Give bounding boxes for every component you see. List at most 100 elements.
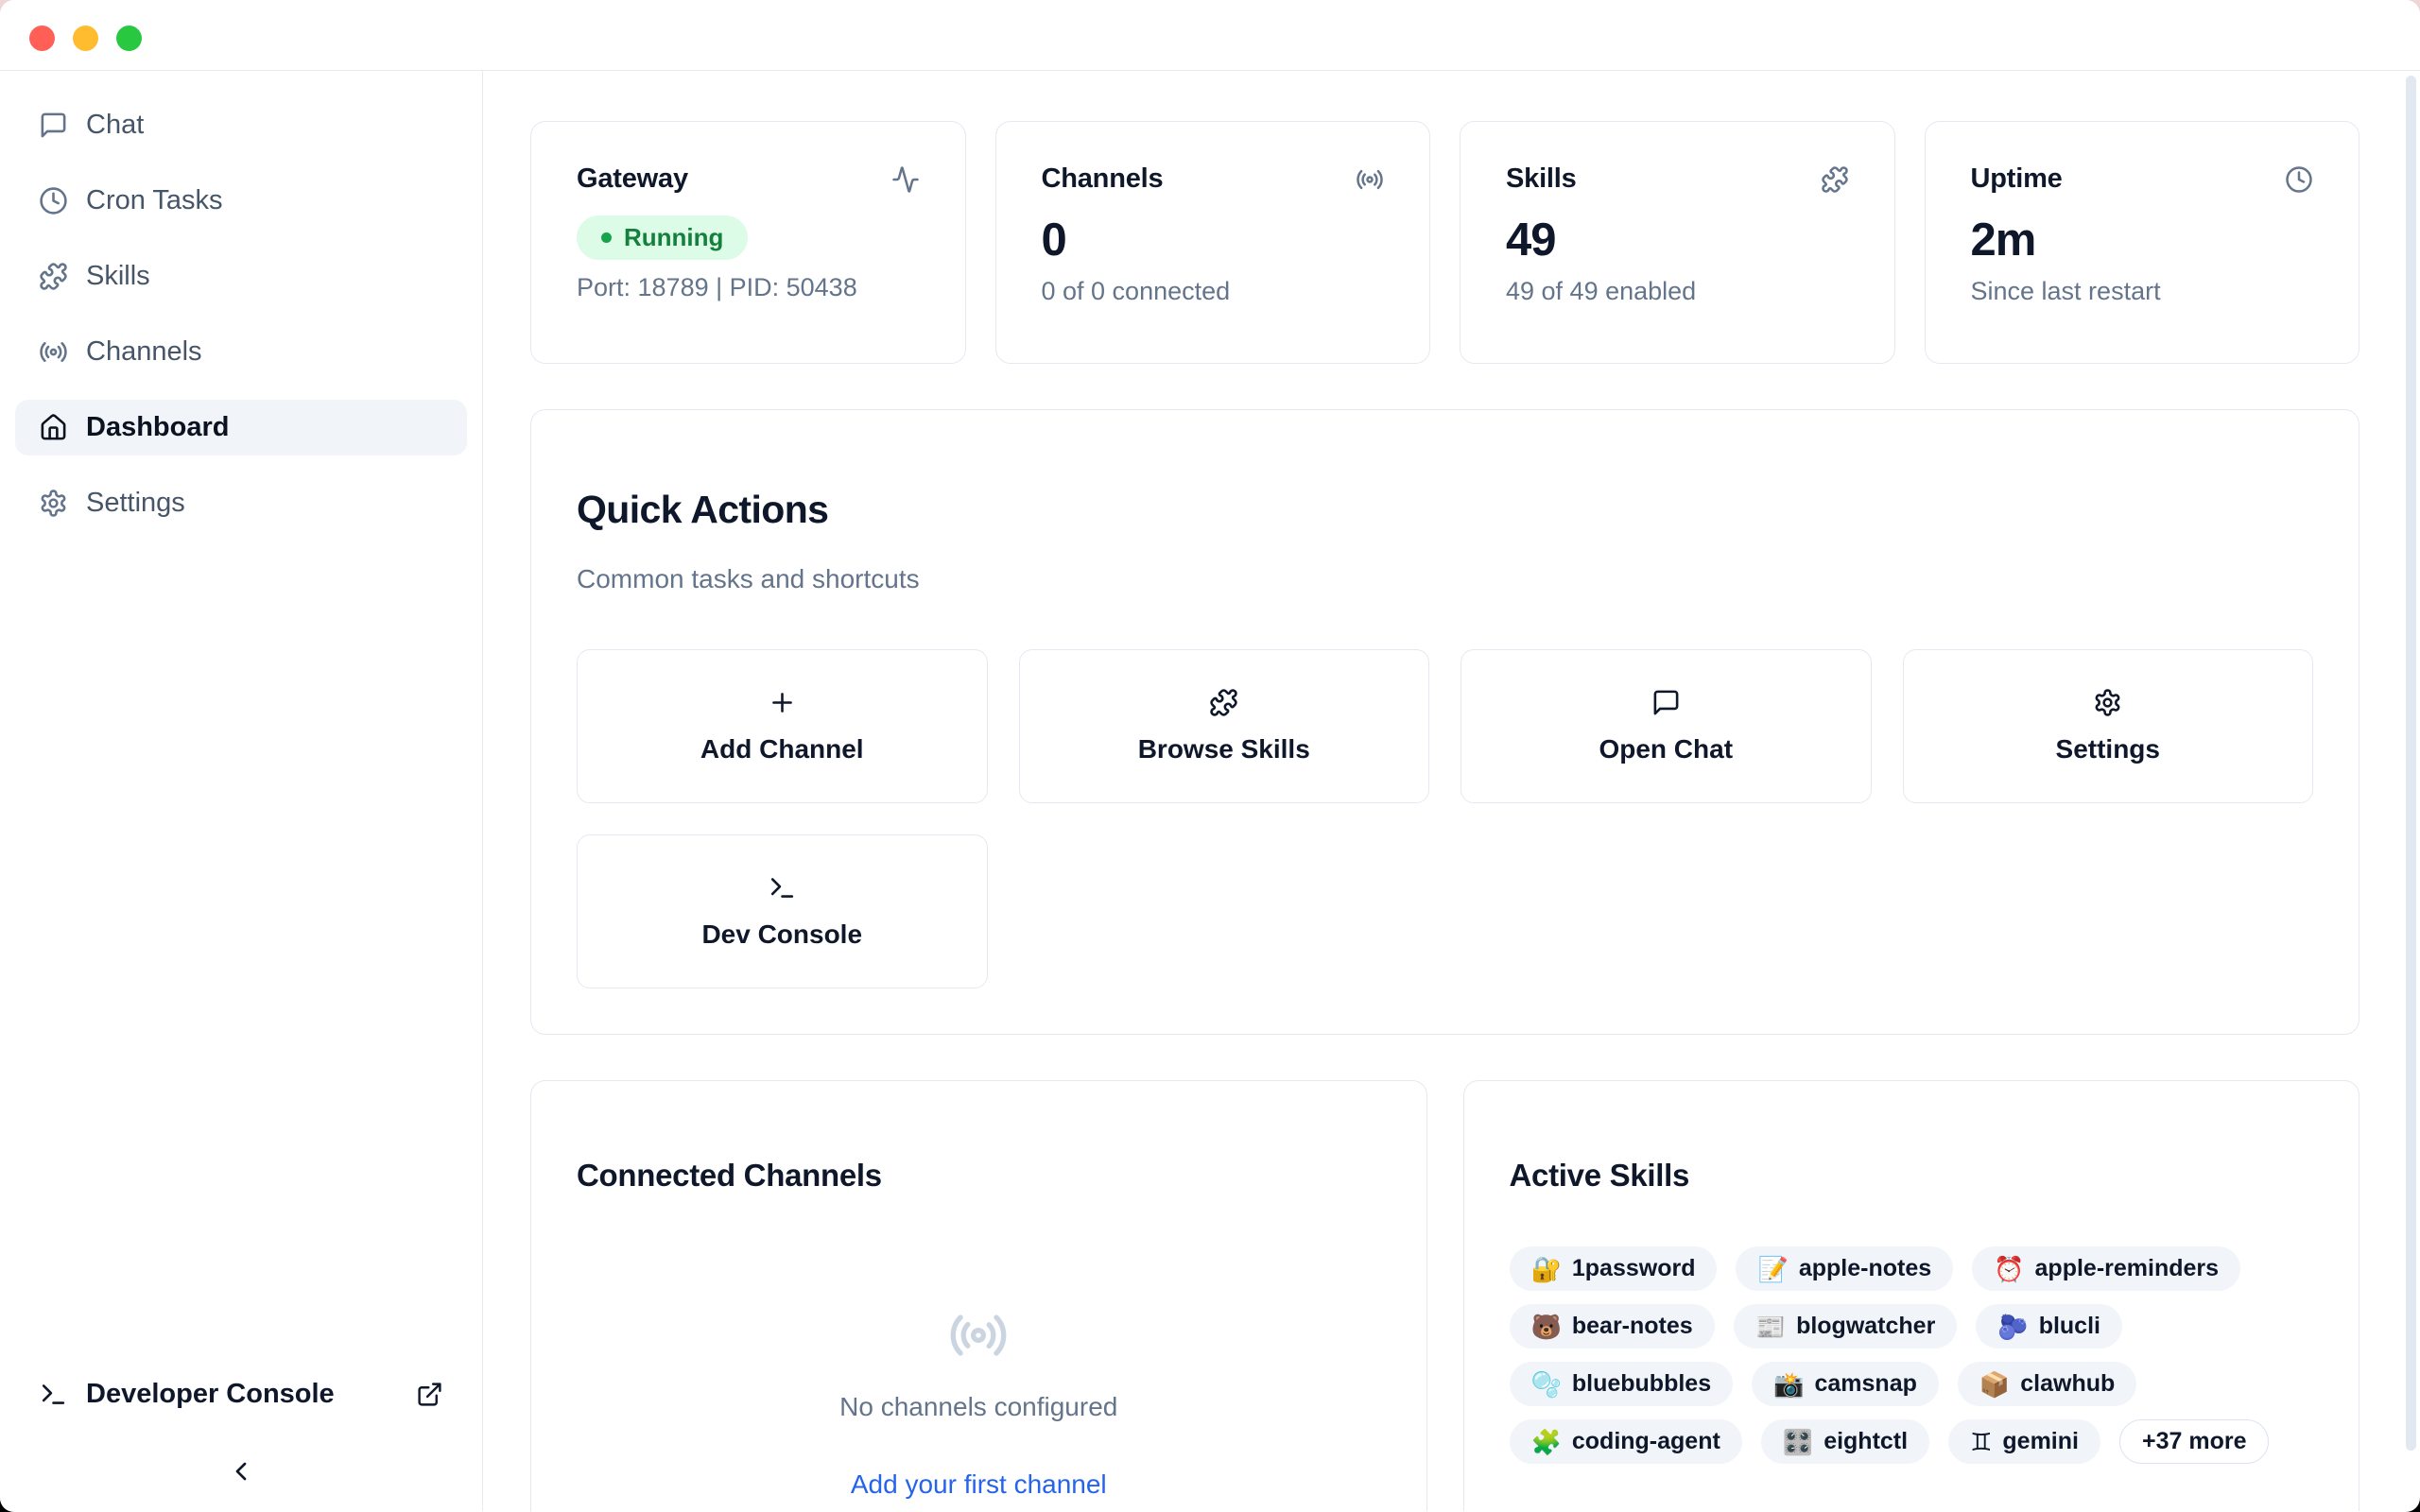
sidebar-collapse xyxy=(15,1456,467,1486)
radio-icon xyxy=(948,1305,1009,1366)
skill-badge-bluebubbles: 🫧 bluebubbles xyxy=(1510,1362,1734,1406)
active-skills-panel: Active Skills 🔐 1password 📝 apple-notes … xyxy=(1463,1080,2360,1511)
plus-icon xyxy=(768,688,797,717)
sidebar-item-label: Skills xyxy=(86,261,150,292)
stat-detail: Since last restart xyxy=(1971,277,2314,306)
channels-empty-state: No channels configured Add your first ch… xyxy=(577,1305,1381,1500)
main-content: Gateway Running Port: 18789 | PID: 50438… xyxy=(483,71,2420,1511)
quick-actions-title: Quick Actions xyxy=(577,488,2313,532)
skill-name: camsnap xyxy=(1814,1370,1916,1398)
skill-badge-eightctl: 🎛️ eightctl xyxy=(1761,1419,1929,1464)
developer-console-button[interactable]: Developer Console xyxy=(15,1366,467,1422)
traffic-lights xyxy=(29,26,142,51)
sidebar-item-label: Channels xyxy=(86,336,202,368)
stat-card-skills: Skills 49 49 of 49 enabled xyxy=(1460,121,1895,364)
skill-name: eightctl xyxy=(1824,1428,1908,1455)
skill-badge-camsnap: 📸 camsnap xyxy=(1752,1362,1939,1406)
sidebar-item-skills[interactable]: Skills xyxy=(15,249,467,304)
skill-emoji-icon: 🫐 xyxy=(1997,1314,2028,1339)
puzzle-icon xyxy=(1209,688,1238,717)
skill-emoji-icon: 🐻 xyxy=(1531,1314,1562,1339)
quick-action-browse-skills[interactable]: Browse Skills xyxy=(1019,649,1430,803)
quick-action-label: Open Chat xyxy=(1599,734,1733,765)
stat-title: Gateway xyxy=(577,163,688,195)
quick-action-open-chat[interactable]: Open Chat xyxy=(1461,649,1872,803)
skill-name: 1password xyxy=(1572,1255,1696,1282)
developer-console-label: Developer Console xyxy=(86,1379,335,1410)
clock-icon xyxy=(2285,165,2313,194)
skill-name: bear-notes xyxy=(1572,1313,1693,1340)
stats-row: Gateway Running Port: 18789 | PID: 50438… xyxy=(530,121,2360,364)
skill-name: clawhub xyxy=(2020,1370,2115,1398)
status-dot xyxy=(601,232,612,243)
traffic-light-close[interactable] xyxy=(29,26,55,51)
sidebar-item-channels[interactable]: Channels xyxy=(15,324,467,380)
skill-emoji-icon: ♊ xyxy=(1970,1430,1992,1454)
settings-icon xyxy=(39,489,68,518)
skill-badges: 🔐 1password 📝 apple-notes ⏰ apple-remind… xyxy=(1510,1246,2314,1464)
stat-detail: 0 of 0 connected xyxy=(1042,277,1385,306)
skill-badge-blucli: 🫐 blucli xyxy=(1976,1304,2122,1349)
skill-emoji-icon: 🎛️ xyxy=(1783,1430,1813,1454)
more-skills-badge[interactable]: +37 more xyxy=(2119,1419,2270,1464)
app-body: Chat Cron Tasks Skills Channels Dashboar… xyxy=(0,71,2420,1511)
stat-value: 0 xyxy=(1042,217,1385,264)
stat-card-uptime: Uptime 2m Since last restart xyxy=(1925,121,2360,364)
home-icon xyxy=(39,413,68,442)
active-skills-title: Active Skills xyxy=(1510,1158,2314,1194)
sidebar-item-dashboard[interactable]: Dashboard xyxy=(15,400,467,455)
sidebar-item-label: Settings xyxy=(86,488,185,519)
stat-card-channels: Channels 0 0 of 0 connected xyxy=(995,121,1431,364)
stat-detail: Port: 18789 | PID: 50438 xyxy=(577,273,920,302)
quick-action-dev-console[interactable]: Dev Console xyxy=(577,834,988,988)
quick-action-label: Settings xyxy=(2056,734,2160,765)
quick-actions-grid: Add Channel Browse Skills Open Chat Sett… xyxy=(577,649,2313,988)
skill-name: blucli xyxy=(2039,1313,2100,1340)
external-link-icon[interactable] xyxy=(416,1381,443,1408)
skill-badge-apple-reminders: ⏰ apple-reminders xyxy=(1972,1246,2240,1291)
skill-badge-gemini: ♊ gemini xyxy=(1948,1419,2100,1464)
add-first-channel-link[interactable]: Add your first channel xyxy=(851,1469,1107,1500)
skill-emoji-icon: 📸 xyxy=(1773,1372,1804,1397)
connected-channels-panel: Connected Channels No channels configure… xyxy=(530,1080,1427,1511)
sidebar-nav: Chat Cron Tasks Skills Channels Dashboar… xyxy=(15,97,467,531)
skill-emoji-icon: 🫧 xyxy=(1531,1372,1562,1397)
quick-action-add-channel[interactable]: Add Channel xyxy=(577,649,988,803)
quick-actions-subtitle: Common tasks and shortcuts xyxy=(577,564,2313,594)
clock-icon xyxy=(39,186,68,215)
status-badge: Running xyxy=(577,215,748,260)
message-square-icon xyxy=(39,111,68,140)
traffic-light-minimize[interactable] xyxy=(73,26,98,51)
quick-action-label: Add Channel xyxy=(700,734,864,765)
terminal-icon xyxy=(39,1380,68,1409)
skill-badge-coding-agent: 🧩 coding-agent xyxy=(1510,1419,1742,1464)
bottom-row: Connected Channels No channels configure… xyxy=(530,1080,2360,1511)
titlebar xyxy=(0,0,2420,71)
quick-action-label: Browse Skills xyxy=(1138,734,1310,765)
skill-emoji-icon: ⏰ xyxy=(1994,1257,2024,1281)
stat-value: 49 xyxy=(1506,217,1849,264)
chevron-left-icon[interactable] xyxy=(226,1456,256,1486)
skill-emoji-icon: 🧩 xyxy=(1531,1430,1562,1454)
scrollbar-thumb[interactable] xyxy=(2406,76,2416,1451)
radio-icon xyxy=(39,337,68,367)
sidebar-item-chat[interactable]: Chat xyxy=(15,97,467,153)
sidebar-item-label: Cron Tasks xyxy=(86,185,223,216)
sidebar-footer: Developer Console xyxy=(15,1366,467,1486)
skill-badge-clawhub: 📦 clawhub xyxy=(1958,1362,2136,1406)
skill-name: bluebubbles xyxy=(1572,1370,1711,1398)
quick-action-settings[interactable]: Settings xyxy=(1903,649,2314,803)
sidebar-item-settings[interactable]: Settings xyxy=(15,475,467,531)
sidebar-item-cron-tasks[interactable]: Cron Tasks xyxy=(15,173,467,229)
skill-emoji-icon: 📦 xyxy=(1979,1372,2010,1397)
connected-channels-title: Connected Channels xyxy=(577,1158,1381,1194)
stat-title: Skills xyxy=(1506,163,1577,195)
radio-icon xyxy=(1356,165,1384,194)
stat-value: 2m xyxy=(1971,217,2314,264)
terminal-icon xyxy=(768,873,797,902)
stat-title: Uptime xyxy=(1971,163,2063,195)
sidebar-item-label: Dashboard xyxy=(86,412,229,443)
traffic-light-zoom[interactable] xyxy=(116,26,142,51)
sidebar: Chat Cron Tasks Skills Channels Dashboar… xyxy=(0,71,483,1511)
skill-name: coding-agent xyxy=(1572,1428,1720,1455)
